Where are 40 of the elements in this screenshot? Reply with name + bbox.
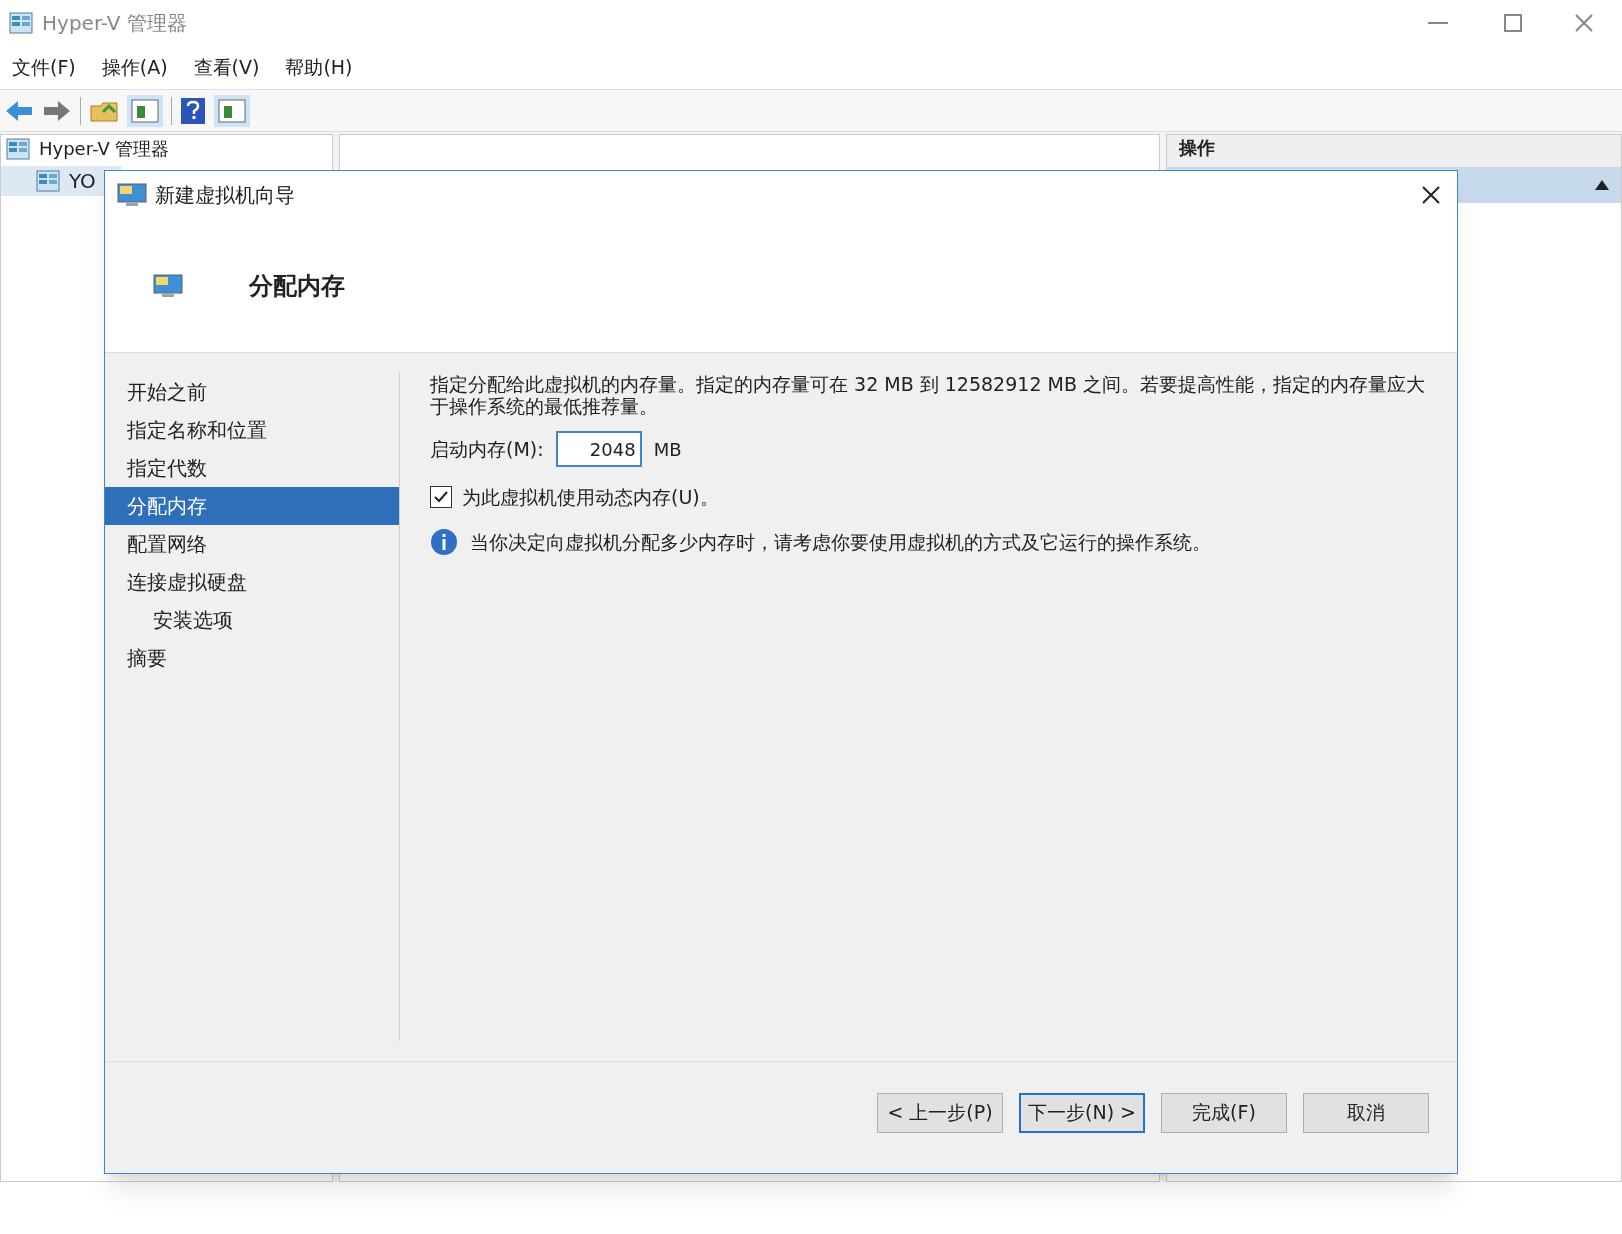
field-label: 启动内存(M): [430, 436, 544, 462]
action-pane-icon[interactable] [214, 94, 250, 127]
collapse-arrow-icon[interactable] [1595, 180, 1609, 190]
wizard-step[interactable]: 连接虚拟硬盘 [105, 563, 399, 601]
menu-item[interactable]: 操作(A) [101, 53, 168, 82]
info-text: 当你决定向虚拟机分配多少内存时，请考虑你要使用虚拟机的方式及它运行的操作系统。 [470, 529, 1211, 555]
app-icon [8, 10, 34, 36]
memory-page-icon [153, 272, 183, 299]
description-text: 指定分配给此虚拟机的内存量。指定的内存量可在 32 MB 到 12582912 MB 之间。若要提高性能，指定的内存量应大于操作系统的最低推荐量。 [430, 373, 1426, 417]
wizard-step[interactable]: 安装选项 [105, 601, 399, 639]
menu-item[interactable]: 文件(F) [12, 53, 76, 82]
maximize-icon[interactable] [1504, 14, 1522, 32]
menu-item[interactable]: 查看(V) [193, 53, 260, 82]
menu-item[interactable]: 帮助(H) [285, 53, 353, 82]
help-icon[interactable] [180, 96, 206, 125]
tree-item[interactable]: Hyper-V 管理器 [39, 138, 170, 160]
pane-header: 操作 [1167, 135, 1621, 167]
wizard-step[interactable]: 指定代数 [105, 449, 399, 487]
wizard-step[interactable]: 开始之前 [105, 373, 399, 411]
wizard-icon [117, 182, 147, 208]
dialog-title: 新建虚拟机向导 [155, 182, 295, 209]
page-heading: 分配内存 [249, 270, 345, 302]
wizard-button[interactable]: 取消 [1303, 1092, 1429, 1133]
wizard-step[interactable]: 配置网络 [105, 525, 399, 563]
wizard-button[interactable]: 下一步(N) > [1019, 1092, 1145, 1133]
wizard-button[interactable]: < 上一步(P) [877, 1092, 1003, 1133]
server-group-icon [5, 136, 31, 162]
pane-toggle-icon[interactable] [127, 94, 163, 127]
checkbox-label: 为此虚拟机使用动态内存(U)。 [462, 485, 719, 510]
wizard-step[interactable]: 指定名称和位置 [105, 411, 399, 449]
unit-label: MB [653, 437, 682, 462]
close-icon[interactable] [1421, 185, 1441, 205]
wizard-button[interactable]: 完成(F) [1161, 1092, 1287, 1133]
checkbox[interactable] [430, 486, 452, 509]
window-title: Hyper-V 管理器 [42, 10, 187, 37]
wizard-step[interactable]: 分配内存 [105, 487, 399, 525]
server-icon [35, 168, 61, 194]
info-icon [430, 527, 458, 556]
wizard-step[interactable]: 摘要 [105, 639, 399, 677]
memory-input[interactable]: 2048 [555, 431, 642, 467]
